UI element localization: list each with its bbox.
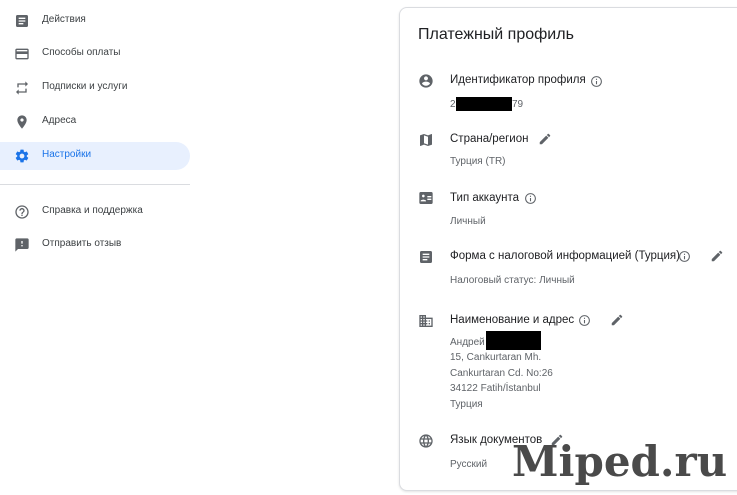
profile-id-label: Идентификатор профиля [450,74,586,86]
address-line: Cankurtaran Cd. No:26 [450,368,553,379]
account-type-label: Тип аккаунта [450,192,519,204]
redaction-bar [456,97,512,111]
globe-icon [419,434,433,448]
info-icon[interactable] [590,75,603,88]
sidebar-item-settings[interactable]: Настройки [0,142,190,170]
name-address-label: Наименование и адрес [450,314,575,326]
country-label: Страна/регион [450,133,529,145]
sidebar-item-help[interactable]: Справка и поддержка [0,198,190,226]
location-pin-icon [17,115,27,129]
feedback-icon [15,238,29,252]
sidebar-item-label: Способы оплаты [42,47,121,58]
edit-pencil-icon[interactable] [710,249,724,263]
doc-language-value: Русский [450,459,488,470]
map-icon [420,134,432,146]
tax-form-value: Налоговый статус: Личный [450,275,575,286]
subscriptions-icon [16,81,28,95]
sidebar-divider [0,184,190,185]
sidebar-item-label: Настройки [42,149,92,160]
sidebar-item-addresses[interactable]: Адреса [0,108,190,136]
sidebar-item-subscriptions[interactable]: Подписки и услуги [0,74,190,102]
sidebar-item-label: Подписки и услуги [42,81,128,92]
gear-icon [15,149,29,163]
sidebar-item-label: Адреса [42,115,77,126]
info-icon[interactable] [524,192,537,205]
info-icon[interactable] [678,250,691,263]
name-value: Андрей [450,337,485,348]
billing-profile-card: Платежный профиль Идентификатор профиля … [399,7,737,491]
tax-form-label: Форма с налоговой информацией (Турция) [450,250,680,262]
address-line: 34122 Fatih/İstanbul [450,383,541,394]
redaction-bar [486,331,541,350]
profile-id-value-start: 2 [450,99,456,110]
edit-pencil-icon[interactable] [538,132,552,146]
address-line: Турция [450,399,483,410]
sidebar-item-payment-methods[interactable]: Способы оплаты [0,40,190,68]
sidebar-item-feedback[interactable]: Отправить отзыв [0,231,190,259]
help-icon [15,205,29,219]
sidebar-item-label: Отправить отзыв [42,238,122,249]
credit-card-icon [15,48,29,60]
building-icon [419,315,433,327]
card-title: Платежный профиль [418,26,574,43]
badge-icon [419,192,433,204]
activity-icon [16,15,28,27]
sidebar-item-activity[interactable]: Действия [0,7,190,35]
watermark: Miped.ru [512,437,728,486]
account-circle-icon [419,74,433,88]
account-type-value: Личный [450,216,486,227]
edit-pencil-icon[interactable] [610,313,624,327]
country-value: Турция (TR) [450,156,506,167]
sidebar-item-label: Справка и поддержка [42,205,143,216]
address-line: 15, Cankurtaran Mh. [450,352,542,363]
info-icon[interactable] [578,314,591,327]
profile-id-value-end: 79 [512,99,524,110]
sidebar: Действия Способы оплаты Подписки и услуг… [0,0,200,495]
document-icon [420,251,432,263]
sidebar-item-label: Действия [42,14,86,25]
